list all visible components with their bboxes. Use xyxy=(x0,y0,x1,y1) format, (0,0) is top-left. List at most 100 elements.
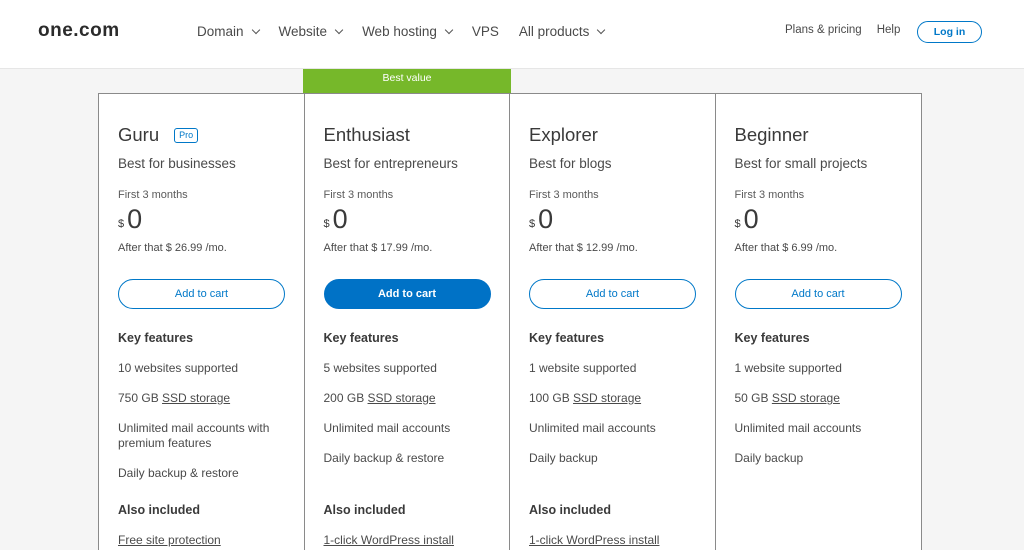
feature-item: 1 website supported xyxy=(734,361,842,375)
price-amount: 0 xyxy=(743,204,759,234)
feature-item: Unlimited mail accounts xyxy=(529,421,656,435)
ssd-storage-link[interactable]: SSD storage xyxy=(772,391,840,405)
plan-title: Beginner xyxy=(734,124,809,145)
feature-list: 1 website supported 50 GB SSD storage Un… xyxy=(735,361,905,481)
feature-item: Daily backup xyxy=(734,451,804,465)
ssd-storage-link[interactable]: SSD storage xyxy=(573,391,641,405)
feature-prefix: 750 GB xyxy=(118,391,163,405)
also-included-link[interactable]: 1-click WordPress install xyxy=(324,533,454,547)
key-features-heading: Key features xyxy=(323,331,399,345)
feature-item: Daily backup & restore xyxy=(323,451,445,465)
plan-name: Explorer xyxy=(529,124,598,146)
logo[interactable]: one.com xyxy=(38,20,120,42)
nav-domain[interactable]: Domain xyxy=(197,24,260,39)
renewal-price: After that $ 6.99 /mo. xyxy=(734,242,838,254)
feature-prefix: 200 GB xyxy=(323,391,368,405)
nav-website[interactable]: Website xyxy=(278,24,344,39)
feature-item: Unlimited mail accounts xyxy=(323,421,451,435)
plan-tagline: Best for blogs xyxy=(529,156,612,171)
nav-label: Domain xyxy=(197,24,244,39)
feature-list: 10 websites supported 750 GB SSD storage… xyxy=(118,361,288,496)
plans-pricing-link[interactable]: Plans & pricing xyxy=(785,24,862,36)
plan-card-enthusiast: Enthusiast Best for entrepreneurs First … xyxy=(305,94,510,550)
feature-item: 1 website supported xyxy=(529,361,637,375)
plan-name: Guru Pro xyxy=(118,124,199,146)
promo-period: First 3 months xyxy=(323,189,394,201)
nav-web-hosting[interactable]: Web hosting xyxy=(362,24,454,39)
add-to-cart-button[interactable]: Add to cart xyxy=(734,279,902,309)
chevron-down-icon xyxy=(444,25,454,34)
plan-tagline: Best for businesses xyxy=(118,156,236,171)
feature-list: 1 website supported 100 GB SSD storage U… xyxy=(529,361,699,481)
plan-card-guru: Guru Pro Best for businesses First 3 mont… xyxy=(99,94,305,550)
help-link[interactable]: Help xyxy=(877,24,901,36)
feature-item: Unlimited mail accounts xyxy=(734,421,862,435)
pro-badge: Pro xyxy=(174,127,199,143)
feature-item: Daily backup & restore xyxy=(118,466,239,480)
renewal-price: After that $ 26.99 /mo. xyxy=(118,242,227,254)
feature-item: 100 GB SSD storage xyxy=(529,391,699,406)
plan-tagline: Best for small projects xyxy=(734,156,868,171)
currency-symbol: $ xyxy=(529,218,536,230)
feature-item: Daily backup xyxy=(529,451,598,465)
login-button[interactable]: Log in xyxy=(917,21,982,43)
best-value-badge: Best value xyxy=(303,69,511,93)
feature-item: 200 GB SSD storage xyxy=(324,391,494,406)
plan-title: Enthusiast xyxy=(323,124,410,145)
currency-symbol: $ xyxy=(734,218,741,230)
feature-item: 5 websites supported xyxy=(323,361,437,375)
plan-price: $0 xyxy=(735,206,759,233)
add-to-cart-button[interactable]: Add to cart xyxy=(118,279,285,309)
nav-all-products[interactable]: All products xyxy=(518,24,606,39)
price-amount: 0 xyxy=(127,204,143,234)
also-included-heading: Also included xyxy=(118,503,200,517)
feature-item: Unlimited mail accounts with premium fea… xyxy=(118,421,270,450)
feature-list: 5 websites supported 200 GB SSD storage … xyxy=(324,361,494,481)
also-included-link[interactable]: Free site protection xyxy=(118,533,221,547)
chevron-down-icon xyxy=(597,25,606,34)
plan-card-beginner: Beginner Best for small projects First 3… xyxy=(716,94,922,550)
add-to-cart-button[interactable]: Add to cart xyxy=(529,279,696,309)
utility-nav: Plans & pricing Help xyxy=(785,24,915,36)
chevron-down-icon xyxy=(334,25,344,34)
key-features-heading: Key features xyxy=(118,331,194,345)
plan-price: $0 xyxy=(118,206,142,233)
key-features-heading: Key features xyxy=(529,331,605,345)
plan-card-explorer: Explorer Best for blogs First 3 months $… xyxy=(510,94,716,550)
also-included-heading: Also included xyxy=(529,503,611,517)
nav-label: Website xyxy=(278,24,328,39)
currency-symbol: $ xyxy=(118,218,125,230)
key-features-heading: Key features xyxy=(734,331,810,345)
plan-name: Enthusiast xyxy=(324,124,410,146)
plan-title: Guru xyxy=(118,124,160,145)
main-nav: Domain Website Web hosting VPS All produ… xyxy=(197,24,624,39)
plan-price: $0 xyxy=(529,206,553,233)
plan-price: $0 xyxy=(324,206,348,233)
plan-title: Explorer xyxy=(529,124,598,145)
site-header: one.com Domain Website Web hosting VPS A… xyxy=(0,0,1024,69)
feature-prefix: 100 GB xyxy=(529,391,574,405)
promo-period: First 3 months xyxy=(118,189,188,201)
feature-item: 750 GB SSD storage xyxy=(118,391,288,406)
plan-tagline: Best for entrepreneurs xyxy=(323,156,458,171)
currency-symbol: $ xyxy=(323,218,330,230)
ssd-storage-link[interactable]: SSD storage xyxy=(368,391,436,405)
plans-grid: Guru Pro Best for businesses First 3 mont… xyxy=(98,93,922,550)
also-included-link[interactable]: 1-click WordPress install xyxy=(529,533,659,547)
price-amount: 0 xyxy=(538,204,554,234)
nav-label: All products xyxy=(518,24,590,39)
price-amount: 0 xyxy=(332,204,348,234)
renewal-price: After that $ 12.99 /mo. xyxy=(529,242,638,254)
ssd-storage-link[interactable]: SSD storage xyxy=(162,391,230,405)
renewal-price: After that $ 17.99 /mo. xyxy=(323,242,433,254)
nav-label: Web hosting xyxy=(362,24,437,39)
plan-name: Beginner xyxy=(735,124,809,146)
also-included-heading: Also included xyxy=(323,503,406,517)
nav-vps[interactable]: VPS xyxy=(472,24,499,39)
add-to-cart-button[interactable]: Add to cart xyxy=(323,279,491,309)
promo-period: First 3 months xyxy=(529,189,599,201)
promo-period: First 3 months xyxy=(734,189,805,201)
nav-label: VPS xyxy=(471,24,499,39)
chevron-down-icon xyxy=(251,25,260,34)
feature-item: 10 websites supported xyxy=(118,361,239,375)
